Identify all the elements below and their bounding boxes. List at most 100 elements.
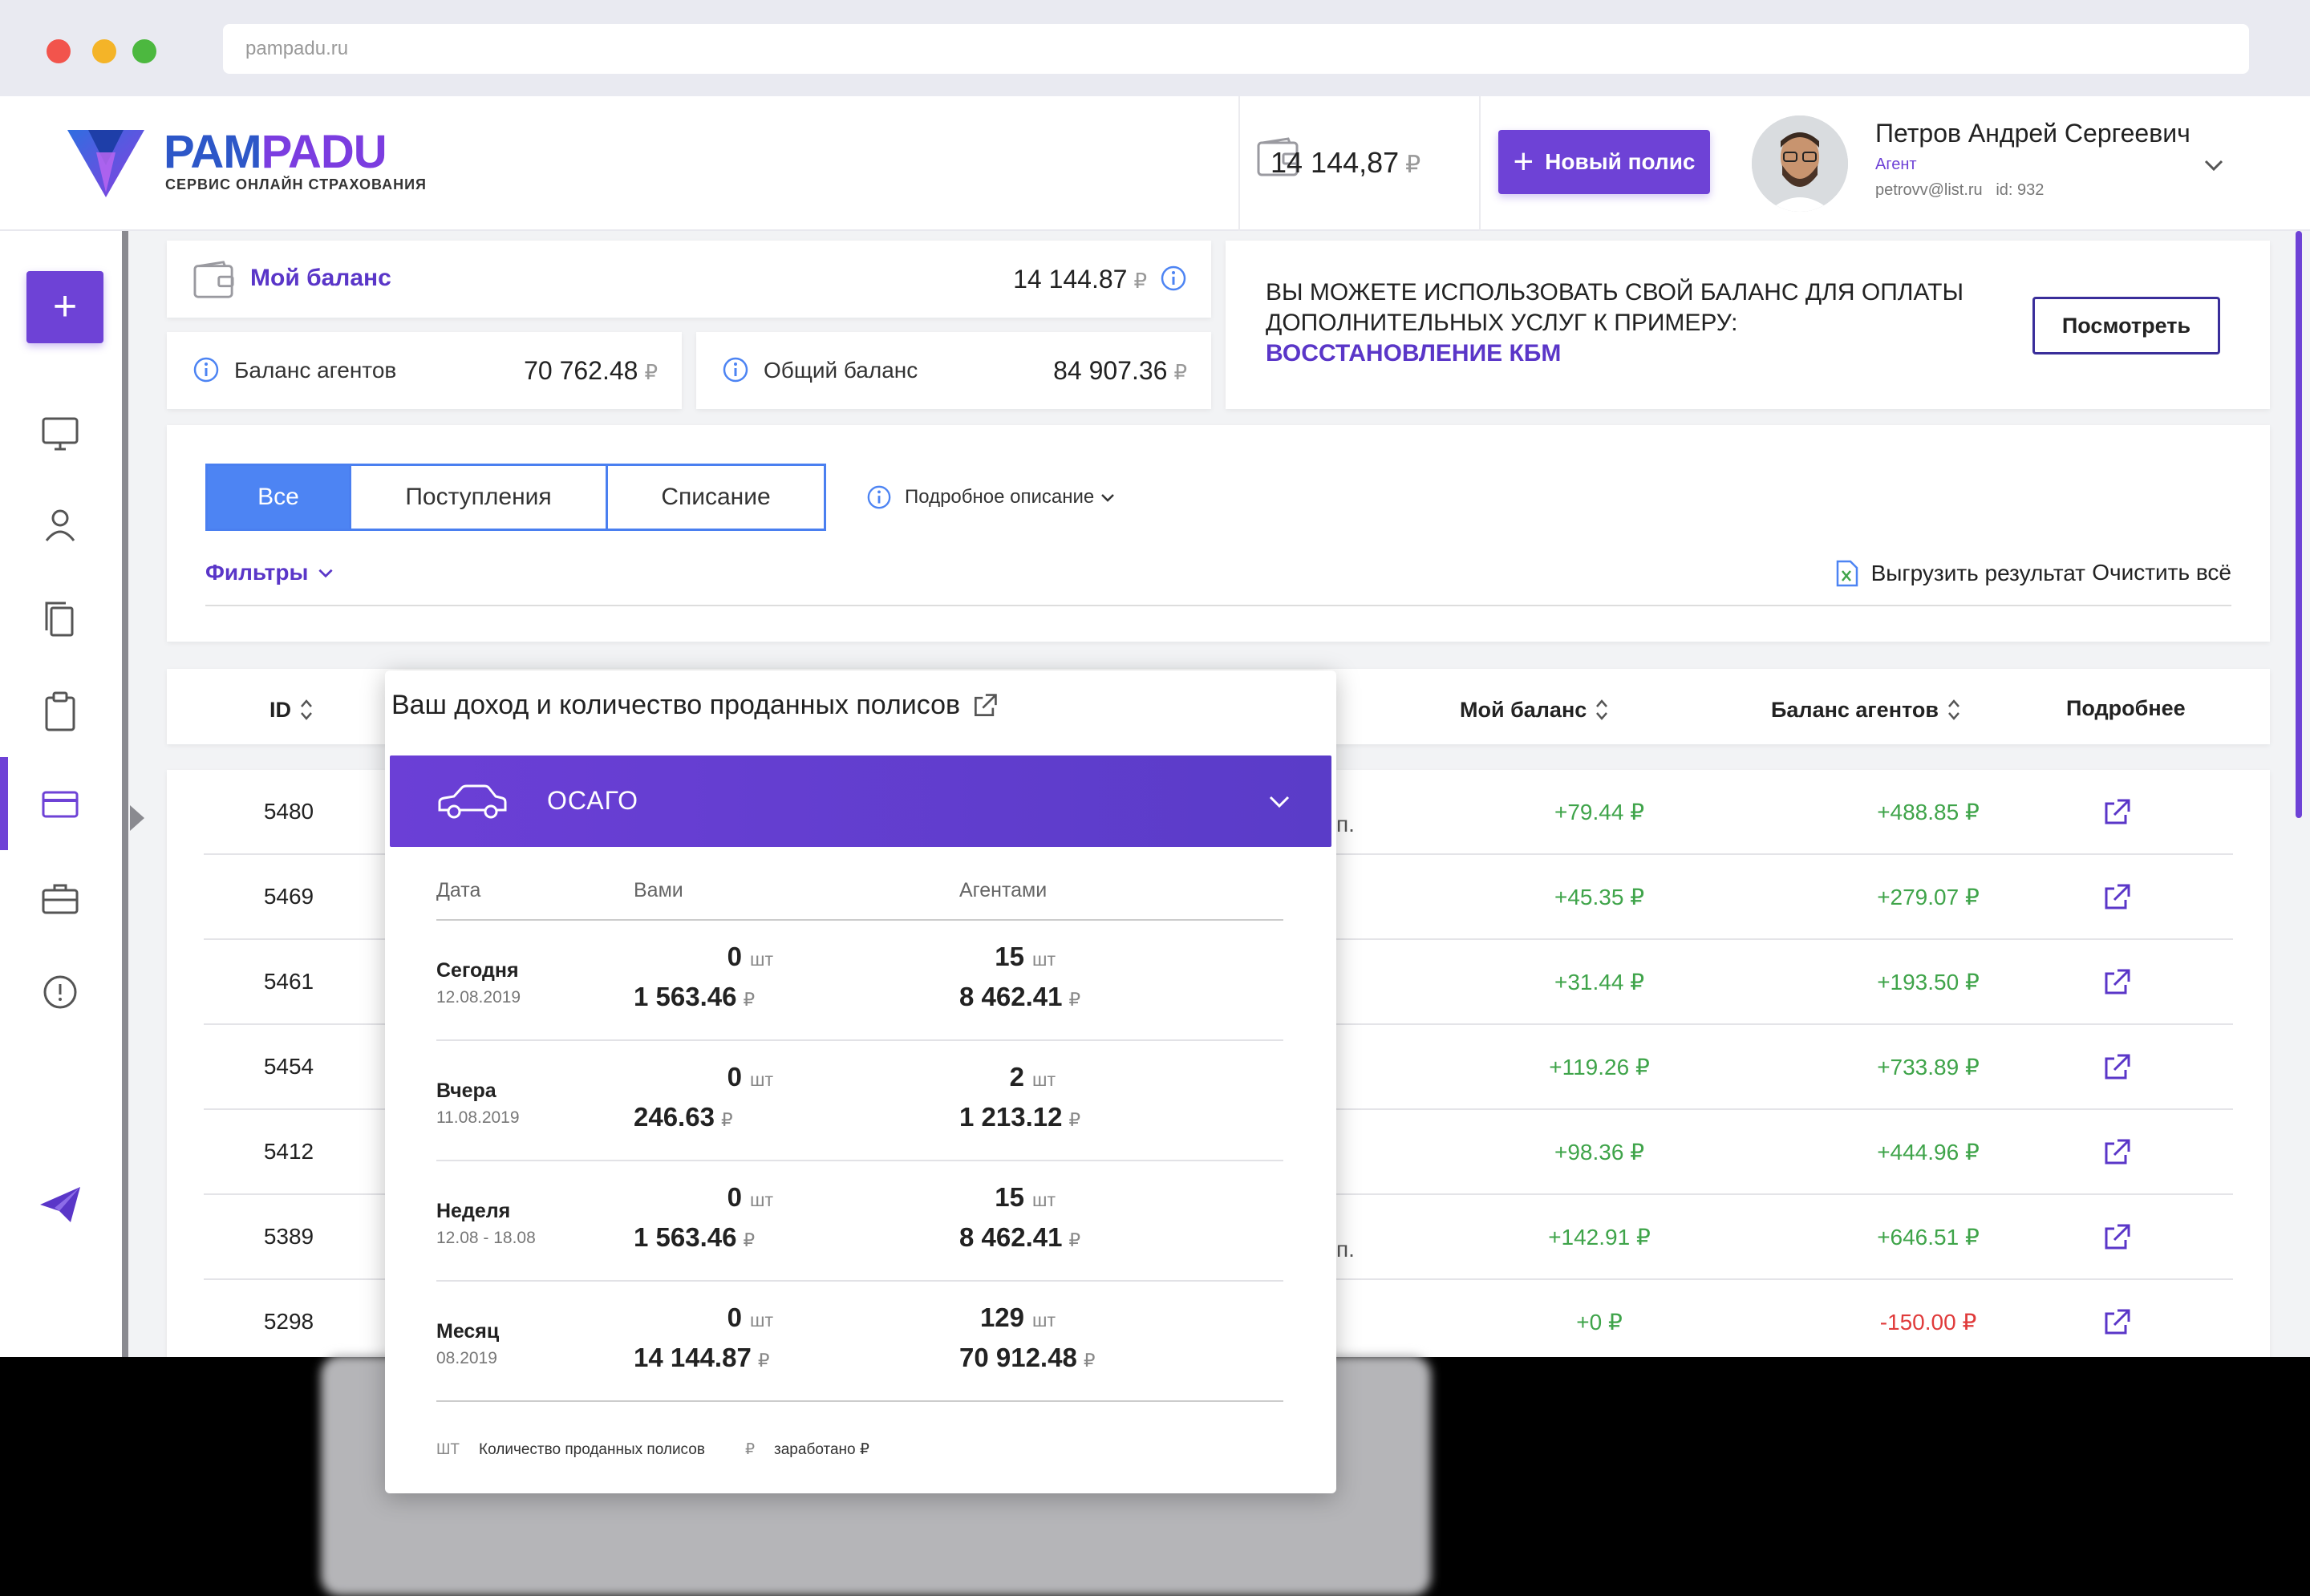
cell-my-balance: +0 ₽ [1576,1310,1623,1335]
chevron-down-icon [1101,494,1115,502]
alert-icon[interactable] [37,969,83,1015]
column-header-id[interactable]: ID [270,696,314,723]
agents-sum: 8 462.41 ₽ [959,982,1081,1011]
user-icon[interactable] [37,502,83,549]
chevron-down-icon[interactable] [1266,788,1293,815]
briefcase-icon[interactable] [37,876,83,922]
user-avatar[interactable] [1752,115,1848,212]
sidebar-active-indicator [0,757,8,850]
card-icon[interactable] [37,781,83,828]
cell-my-balance: +98.36 ₽ [1554,1140,1645,1165]
filters-toggle[interactable]: Фильтры [205,560,335,585]
header-divider [1479,96,1481,231]
chevron-down-icon[interactable] [2199,151,2228,180]
popup-col-date: Дата [436,879,481,901]
popup-title: Ваш доход и количество проданных полисов [391,690,999,721]
cell-my-balance: +119.26 ₽ [1549,1055,1650,1080]
sidebar-expand-arrow-icon[interactable] [130,805,144,831]
my-balance-card: Мой баланс 14 144.87 ₽ [167,241,1211,318]
filters-card: Все Поступления Списание Подробное описа… [167,425,2270,642]
wallet-icon [193,261,234,298]
header-divider [1238,96,1240,231]
maximize-window-button[interactable] [132,39,156,63]
cell-id: 5480 [263,799,314,824]
agents-count: 15 шт [995,1182,1056,1212]
cell-id: 5389 [263,1224,314,1249]
external-link-icon[interactable] [2101,967,2132,998]
cell-agents-balance: +733.89 ₽ [1877,1055,1980,1080]
sidebar-add-button[interactable]: + [26,271,103,343]
external-link-icon[interactable] [2101,1052,2132,1083]
agents-count: 15 шт [995,942,1056,971]
you-sum: 1 563.46 ₽ [634,1222,756,1252]
copy-icon[interactable] [37,597,83,643]
description-toggle[interactable]: Подробное описание [866,484,1116,510]
cell-agents-balance: +444.96 ₽ [1877,1140,1980,1165]
column-header-my-balance[interactable]: Мой баланс [1460,696,1609,723]
scrollbar[interactable] [2296,231,2302,818]
user-name: Петров Андрей Сергеевич [1875,119,2190,148]
cell-agents-balance: +646.51 ₽ [1877,1225,1980,1250]
external-link-icon[interactable] [2101,882,2132,913]
info-icon [867,485,891,509]
agents-sum: 8 462.41 ₽ [959,1222,1081,1252]
logo-text: PAMPADU [164,126,387,178]
car-icon [438,784,507,819]
send-icon[interactable] [37,1181,83,1227]
info-icon[interactable] [192,356,220,383]
osago-section-header[interactable]: ОСАГО [390,755,1331,847]
income-popup: Ваш доход и количество проданных полисов… [385,670,1336,1493]
sort-icon [1596,699,1608,720]
total-balance-label: Общий баланс [764,358,918,383]
popup-legend: ШТ Количество проданных полисов ₽ зарабо… [436,1440,869,1459]
cell-id: 5454 [263,1054,314,1079]
sidebar-rail [122,231,128,1357]
agents-count: 129 шт [979,1302,1056,1332]
tab-all[interactable]: Все [205,464,351,531]
agents-balance-card: Баланс агентов 70 762.48 ₽ [167,332,682,409]
clear-all-button[interactable]: Очистить всё [2092,560,2231,585]
popup-row-yesterday: Вчера 11.08.2019 0 шт 246.63 ₽ 2 шт 1 213.1… [436,1041,1283,1161]
popup-col-you: Вами [634,879,683,901]
minimize-window-button[interactable] [92,39,116,63]
new-policy-button[interactable]: + Новый полис [1498,130,1710,194]
external-link-icon[interactable] [971,692,999,719]
info-icon[interactable] [1160,265,1187,292]
external-link-icon[interactable] [2101,797,2132,828]
close-window-button[interactable] [47,39,71,63]
promo-card: ВЫ МОЖЕТЕ ИСПОЛЬЗОВАТЬ СВОЙ БАЛАНС ДЛЯ О… [1226,241,2270,409]
chevron-down-icon [318,569,333,578]
monitor-icon[interactable] [37,411,83,457]
tab-debit[interactable]: Списание [608,464,826,531]
address-bar[interactable]: pampadu.ru [223,24,2249,74]
column-header-agents-balance[interactable]: Баланс агентов [1771,696,1961,723]
you-count: 0 шт [727,1182,773,1212]
cell-truncated: п. [1336,812,1355,836]
export-button[interactable]: Выгрузить результат [1834,560,2085,587]
external-link-icon[interactable] [2101,1222,2132,1253]
my-balance-value: 14 144.87 ₽ [1013,265,1147,294]
cell-agents-balance: +279.07 ₽ [1877,885,1980,909]
promo-link[interactable]: ВОССТАНОВЛЕНИЕ КБМ [1266,340,1561,367]
period-label: Вчера [436,1080,496,1102]
cell-my-balance: +79.44 ₽ [1554,800,1645,824]
pampadu-logo-icon[interactable] [64,120,148,201]
period-date: 12.08 - 18.08 [436,1229,536,1247]
you-sum: 246.63 ₽ [634,1102,733,1132]
cell-agents-balance: -150.00 ₽ [1879,1310,1977,1335]
period-label: Месяц [436,1320,500,1343]
agents-count: 2 шт [1009,1062,1056,1092]
sort-icon [301,699,312,720]
tab-income[interactable]: Поступления [351,464,608,531]
popup-row-week: Неделя 12.08 - 18.08 0 шт 1 563.46 ₽ 15 шт … [436,1161,1283,1282]
external-link-icon[interactable] [2101,1307,2132,1338]
popup-col-agents: Агентами [959,879,1048,901]
cell-id: 5461 [263,969,314,994]
view-button[interactable]: Посмотреть [2032,297,2220,354]
external-link-icon[interactable] [2101,1137,2132,1168]
you-count: 0 шт [727,942,773,971]
cell-agents-balance: +488.85 ₽ [1877,800,1980,824]
info-icon[interactable] [722,356,749,383]
agents-balance-value: 70 762.48 ₽ [524,356,658,385]
clipboard-icon[interactable] [37,688,83,735]
